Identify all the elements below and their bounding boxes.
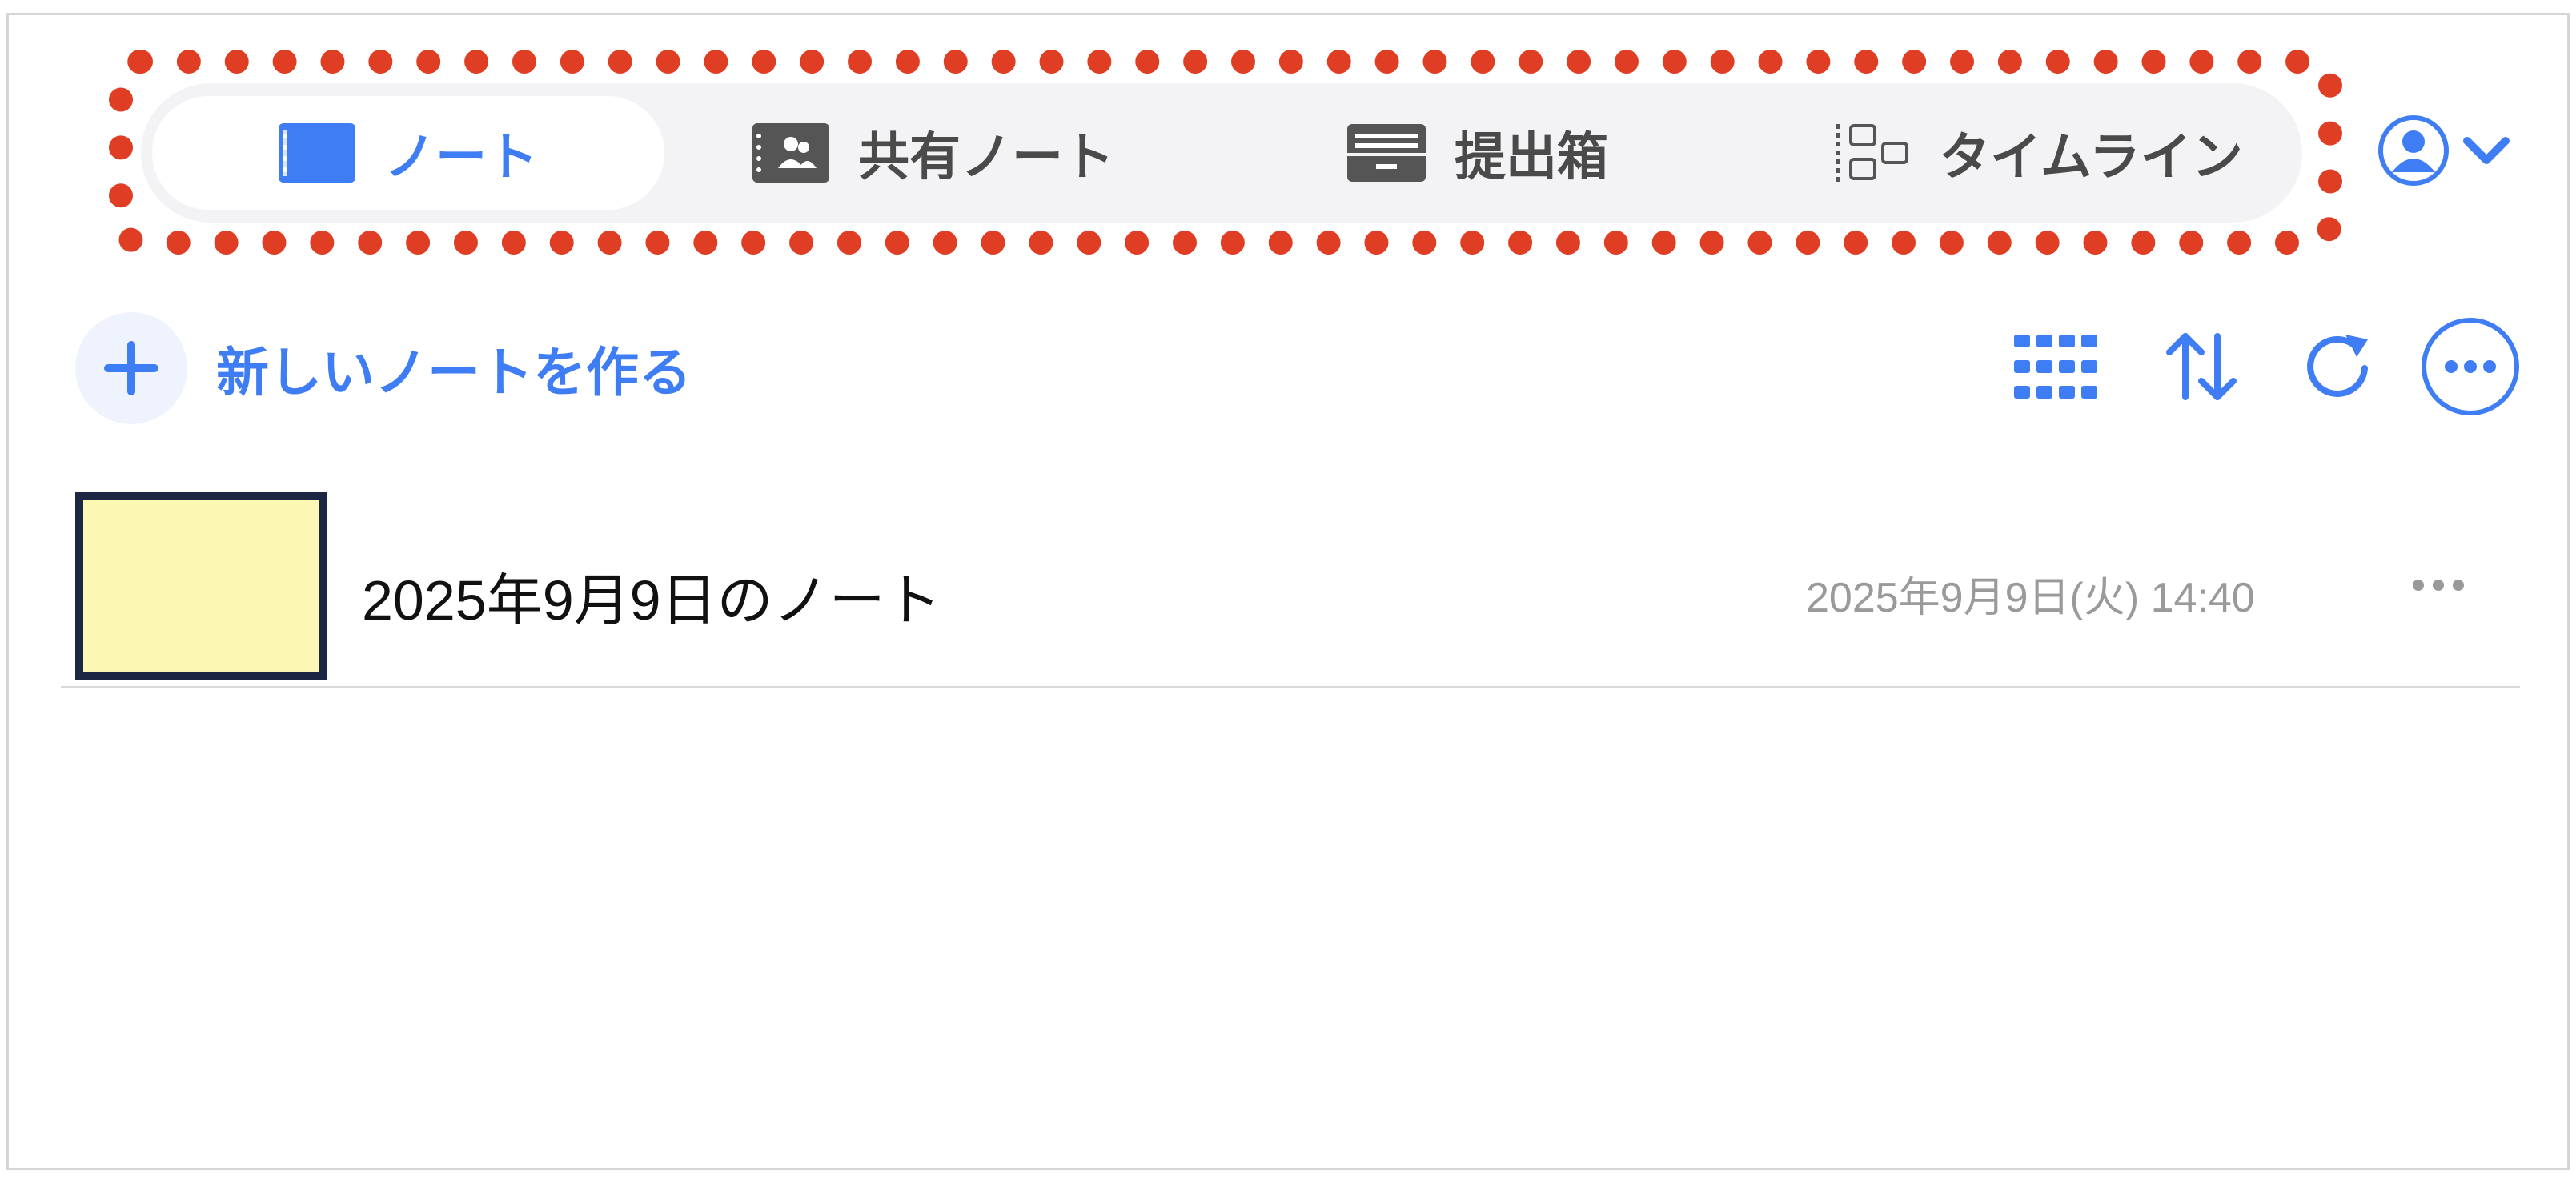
new-note-label: 新しいノートを作る xyxy=(216,342,692,403)
note-list-item[interactable]: 2025年9月9日のノート 2025年9月9日(火) 14:40 xyxy=(61,479,2520,688)
sort-icon xyxy=(2163,328,2240,408)
grid-view-button[interactable] xyxy=(2006,319,2105,418)
tab-bar-highlight xyxy=(109,50,2342,255)
more-options-button[interactable] xyxy=(2421,317,2520,419)
user-avatar-icon xyxy=(2377,114,2450,190)
note-more-button[interactable] xyxy=(2398,567,2478,607)
chevron-down-icon xyxy=(2462,134,2510,170)
note-date: 2025年9月9日(火) 14:40 xyxy=(1806,575,2255,621)
refresh-icon xyxy=(2299,328,2376,408)
refresh-button[interactable] xyxy=(2288,319,2387,418)
grid-view-icon xyxy=(2014,335,2097,402)
note-title: 2025年9月9日のノート xyxy=(362,569,941,632)
profile-menu[interactable] xyxy=(2377,112,2546,192)
sort-button[interactable] xyxy=(2152,319,2251,418)
ellipsis-icon xyxy=(2410,577,2466,596)
more-options-icon xyxy=(2421,317,2520,419)
new-note-button[interactable]: 新しいノートを作る xyxy=(75,312,692,424)
note-thumbnail xyxy=(75,492,327,680)
plus-icon xyxy=(75,312,187,424)
